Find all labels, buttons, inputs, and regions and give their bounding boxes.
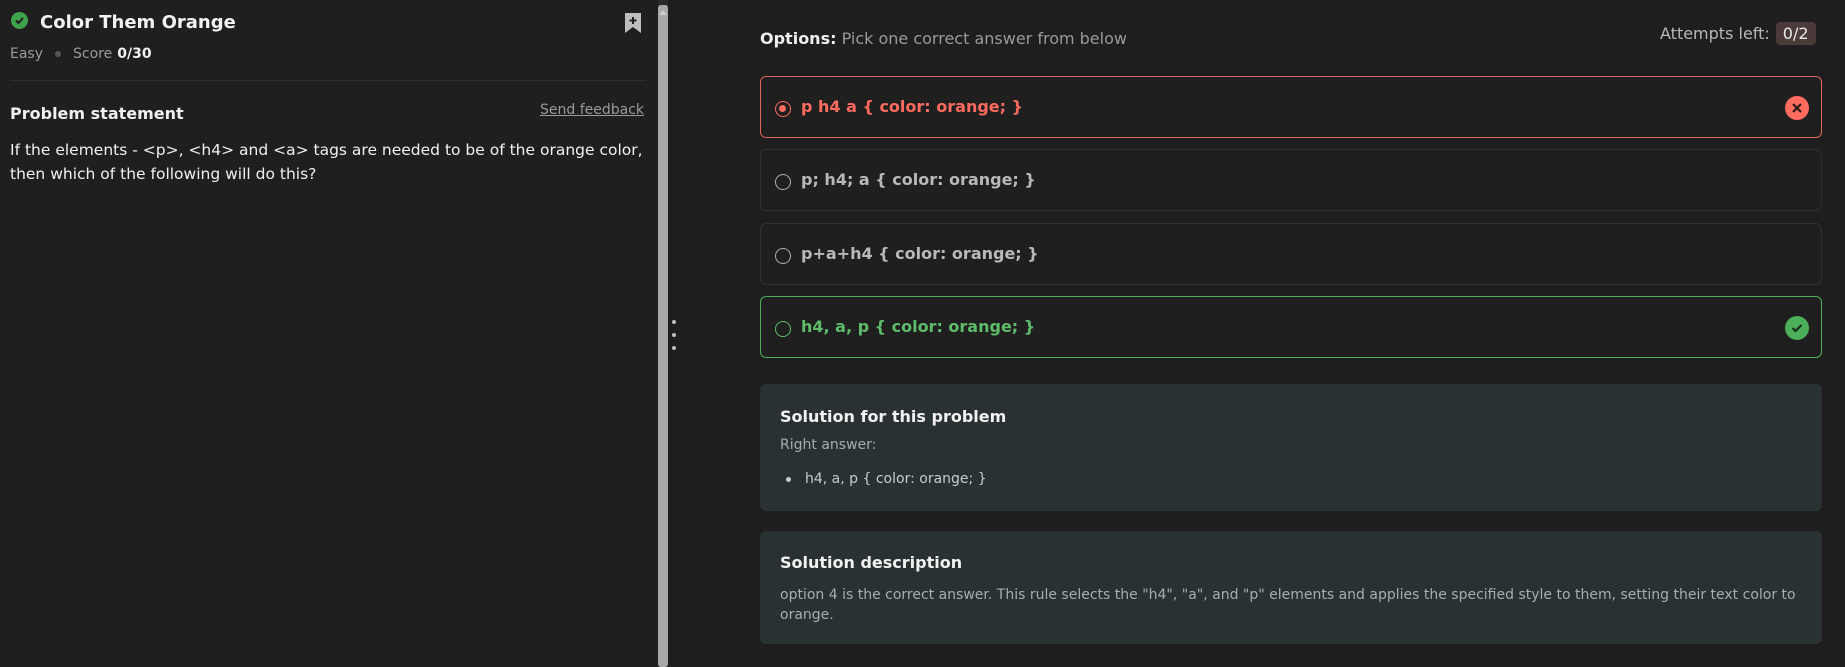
option-label: h4, a, p { color: orange; } — [801, 317, 1036, 336]
right-answer-text: h4, a, p { color: orange; } — [805, 471, 987, 487]
option-label: p+a+h4 { color: orange; } — [801, 244, 1039, 263]
radio-unselected[interactable] — [775, 321, 791, 337]
app-root: Color Them Orange Easy Score 0/30 Proble… — [0, 0, 1845, 667]
check-circle-icon — [1785, 316, 1809, 340]
difficulty-label: Easy — [10, 46, 44, 62]
options-pane: Options: Pick one correct answer from be… — [680, 0, 1845, 667]
separator-dot — [55, 51, 62, 57]
option-1[interactable]: p h4 a { color: orange; } — [760, 76, 1822, 138]
scrollbar-thumb[interactable] — [658, 5, 668, 667]
right-answer-label: Right answer: — [780, 437, 877, 453]
radio-unselected[interactable] — [775, 174, 791, 190]
score-value: 0/30 — [117, 46, 152, 62]
scroll-up-arrow-icon[interactable] — [659, 0, 667, 15]
solution-description-card: Solution description option 4 is the cor… — [760, 531, 1822, 644]
option-4[interactable]: h4, a, p { color: orange; } — [760, 296, 1822, 358]
attempts-indicator: Attempts left: 0/2 — [1660, 22, 1816, 45]
x-circle-icon — [1785, 96, 1809, 120]
problem-statement-text: If the elements - <p>, <h4> and <a> tags… — [10, 141, 643, 183]
bullet-icon — [786, 476, 791, 482]
options-heading-sub: Pick one correct answer from below — [841, 29, 1127, 48]
score-label: Score — [73, 46, 113, 62]
option-2[interactable]: p; h4; a { color: orange; } — [760, 149, 1822, 211]
options-heading-bold: Options: — [760, 29, 837, 48]
problem-meta: Easy Score 0/30 — [10, 46, 152, 62]
problem-title: Color Them Orange — [40, 12, 236, 33]
solution-title: Solution for this problem — [780, 407, 1007, 426]
attempts-badge: 0/2 — [1775, 22, 1816, 45]
divider — [10, 80, 646, 81]
solution-card: Solution for this problem Right answer: … — [760, 384, 1822, 511]
bookmark-plus-icon[interactable] — [623, 12, 643, 34]
option-label: p h4 a { color: orange; } — [801, 97, 1023, 116]
attempts-label: Attempts left: — [1660, 24, 1770, 43]
solution-description-title: Solution description — [780, 553, 963, 572]
drag-handle-icon[interactable] — [672, 320, 678, 360]
radio-unselected[interactable] — [775, 248, 791, 264]
send-feedback-link[interactable]: Send feedback — [540, 102, 644, 118]
statement-heading: Problem statement — [10, 104, 184, 123]
solution-description-text: option 4 is the correct answer. This rul… — [780, 587, 1796, 623]
options-heading: Options: Pick one correct answer from be… — [760, 29, 1127, 48]
option-label: p; h4; a { color: orange; } — [801, 170, 1036, 189]
radio-selected[interactable] — [775, 101, 791, 117]
right-answer-item: h4, a, p { color: orange; } — [786, 471, 987, 487]
problem-pane: Color Them Orange Easy Score 0/30 Proble… — [0, 0, 658, 667]
option-3[interactable]: p+a+h4 { color: orange; } — [760, 223, 1822, 285]
solved-check-icon — [11, 12, 28, 29]
